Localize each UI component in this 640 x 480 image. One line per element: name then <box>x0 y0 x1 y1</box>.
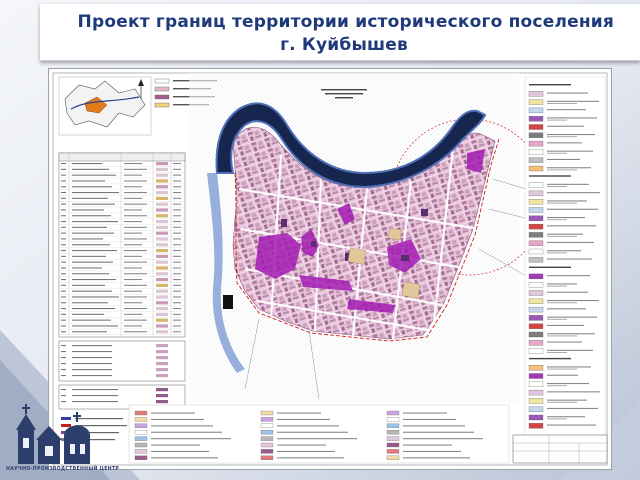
right-legend-panel <box>524 76 606 438</box>
bottom-legend <box>128 404 510 464</box>
map-drawing <box>52 72 608 466</box>
slide-title-line-2: г. Куйбышев <box>280 35 408 55</box>
bridge <box>223 295 233 309</box>
title-banner: Проект границ территории исторического п… <box>40 4 640 61</box>
slide-title-line-1: Проект границ территории исторического п… <box>77 12 614 32</box>
logo-caption: НАУЧНО-ПРОИЗВОДСТВЕННЫЙ ЦЕНТР <box>6 466 120 472</box>
stamp-table <box>512 434 608 464</box>
master-plan-map-sheet <box>48 68 612 470</box>
